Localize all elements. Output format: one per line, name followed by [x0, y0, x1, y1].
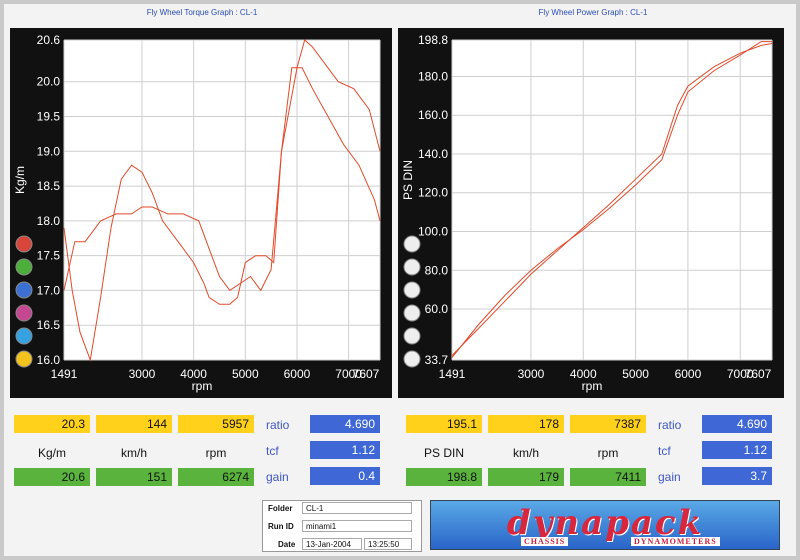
- power-peak-readout: 179: [488, 468, 564, 486]
- power-ratio-label: ratio: [658, 418, 682, 432]
- time-value: 13:25:50: [364, 538, 412, 550]
- power-legend-dot: [403, 281, 421, 299]
- folder-label: Folder: [268, 504, 293, 513]
- power-y-axis-label: PS DIN: [401, 160, 415, 200]
- power-peak-readout: 7411: [570, 468, 646, 486]
- torque-graph-title: Fly Wheel Torque Graph : CL-1: [146, 8, 258, 17]
- date-label: Date: [278, 540, 296, 549]
- torque-plot-area: [64, 40, 380, 360]
- power-current-readout: 178: [488, 415, 564, 433]
- torque-ytick-label: 17.0: [37, 283, 61, 297]
- power-gain-value: 3.7: [702, 467, 772, 485]
- torque-ratio-label: ratio: [266, 418, 290, 432]
- torque-ytick-label: 20.6: [37, 33, 61, 47]
- power-chart: 1491 3000 4000 5000 6000 70007607198.8180.016…: [401, 33, 773, 393]
- torque-y-axis-label: Kg/m: [13, 166, 27, 194]
- torque-ytick-label: 19.5: [37, 110, 61, 124]
- power-peak-readout: 198.8: [406, 468, 482, 486]
- power-ytick-label: 140.0: [418, 147, 448, 161]
- power-ytick-label: 160.0: [418, 108, 448, 122]
- date-value: 13-Jan-2004: [302, 538, 362, 550]
- torque-legend-dot: [15, 304, 33, 322]
- power-xtick-label: 6000: [675, 367, 702, 381]
- power-plot-frame: 1491 3000 4000 5000 6000 7000 7607 198.8 180.0 16…: [398, 28, 784, 398]
- torque-peak-readout: 151: [96, 468, 172, 486]
- torque-peak-readout: 20.6: [14, 468, 90, 486]
- torque-xtick-label: 7607: [353, 367, 380, 381]
- power-ytick-label: 33.7: [425, 353, 449, 367]
- logo-sub-chassis: CHASSIS: [521, 537, 569, 546]
- logo-sub-dynamometers: DYNAMOMETERS: [631, 537, 720, 546]
- power-current-readout: 195.1: [406, 415, 482, 433]
- torque-legend-dot: [15, 281, 33, 299]
- power-plot-area: [452, 40, 772, 360]
- torque-ytick-label: 19.0: [37, 144, 61, 158]
- torque-peak-readout: 6274: [178, 468, 254, 486]
- torque-ytick-label: 18.5: [37, 179, 61, 193]
- torque-xtick-label: 3000: [129, 367, 156, 381]
- power-legend-dot: [403, 350, 421, 368]
- torque-tcf-label: tcf: [266, 444, 279, 458]
- power-legend-dot: [403, 304, 421, 322]
- power-current-readout: 7387: [570, 415, 646, 433]
- power-xtick-label: 7607: [745, 367, 772, 381]
- power-ytick-label: 180.0: [418, 69, 448, 83]
- torque-tcf-value: 1.12: [310, 441, 380, 459]
- power-legend-dot: [403, 235, 421, 253]
- power-ytick-label: 120.0: [418, 186, 448, 200]
- torque-xtick-label: 5000: [232, 367, 259, 381]
- torque-ytick-label: 18.0: [37, 214, 61, 228]
- power-unit-label: rpm: [597, 446, 619, 460]
- power-tcf-label: tcf: [658, 444, 671, 458]
- torque-legend-dot: [15, 327, 33, 345]
- power-xtick-label: 3000: [518, 367, 545, 381]
- torque-unit-label: rpm: [205, 446, 227, 460]
- power-graph-title: Fly Wheel Power Graph : CL-1: [538, 8, 648, 17]
- folder-value: CL-1: [302, 502, 412, 514]
- torque-legend-dot: [15, 235, 33, 253]
- torque-unit-label: km/h: [120, 446, 147, 460]
- torque-xtick-label: 6000: [284, 367, 311, 381]
- power-xtick-label: 1491: [439, 367, 466, 381]
- torque-unit-label: Kg/m: [37, 446, 66, 460]
- dynapack-logo: dynapack CHASSIS DYNAMOMETERS: [430, 500, 780, 550]
- torque-plot-frame: 1491 3000 4000 5000 6000 7000 7607 20.6 20.0 19.5…: [10, 28, 392, 398]
- torque-ratio-value: 4.690: [310, 415, 380, 433]
- torque-gain-value: 0.4: [310, 467, 380, 485]
- power-ytick-label: 60.0: [425, 302, 449, 316]
- torque-x-axis-label: rpm: [192, 379, 213, 393]
- power-ytick-label: 198.8: [418, 33, 448, 47]
- logo-wordmark: dynapack: [506, 503, 704, 543]
- power-ytick-label: 80.0: [425, 263, 449, 277]
- torque-legend-dot: [15, 350, 33, 368]
- torque-legend-dot: [15, 258, 33, 276]
- power-legend-dot: [403, 258, 421, 276]
- power-unit-label: PS DIN: [423, 446, 464, 460]
- torque-chart: 1491 3000 4000 5000 6000 7000760720.620.019.5…: [13, 33, 381, 393]
- power-tcf-value: 1.12: [702, 441, 772, 459]
- power-x-axis-label: rpm: [582, 379, 603, 393]
- torque-current-readout: 20.3: [14, 415, 90, 433]
- runid-value: minami1: [302, 520, 412, 532]
- power-ytick-label: 100.0: [418, 224, 448, 238]
- power-ratio-value: 4.690: [702, 415, 772, 433]
- torque-gain-label: gain: [266, 470, 289, 484]
- power-legend-dot: [403, 327, 421, 345]
- torque-current-readout: 144: [96, 415, 172, 433]
- power-xtick-label: 5000: [622, 367, 649, 381]
- torque-ytick-label: 17.5: [37, 249, 61, 263]
- runid-label: Run ID: [268, 522, 294, 531]
- torque-ytick-label: 20.0: [37, 75, 61, 89]
- power-unit-label: km/h: [512, 446, 539, 460]
- torque-ytick-label: 16.5: [37, 318, 61, 332]
- torque-xtick-label: 1491: [51, 367, 78, 381]
- power-gain-label: gain: [658, 470, 681, 484]
- torque-ytick-label: 16.0: [37, 353, 61, 367]
- torque-current-readout: 5957: [178, 415, 254, 433]
